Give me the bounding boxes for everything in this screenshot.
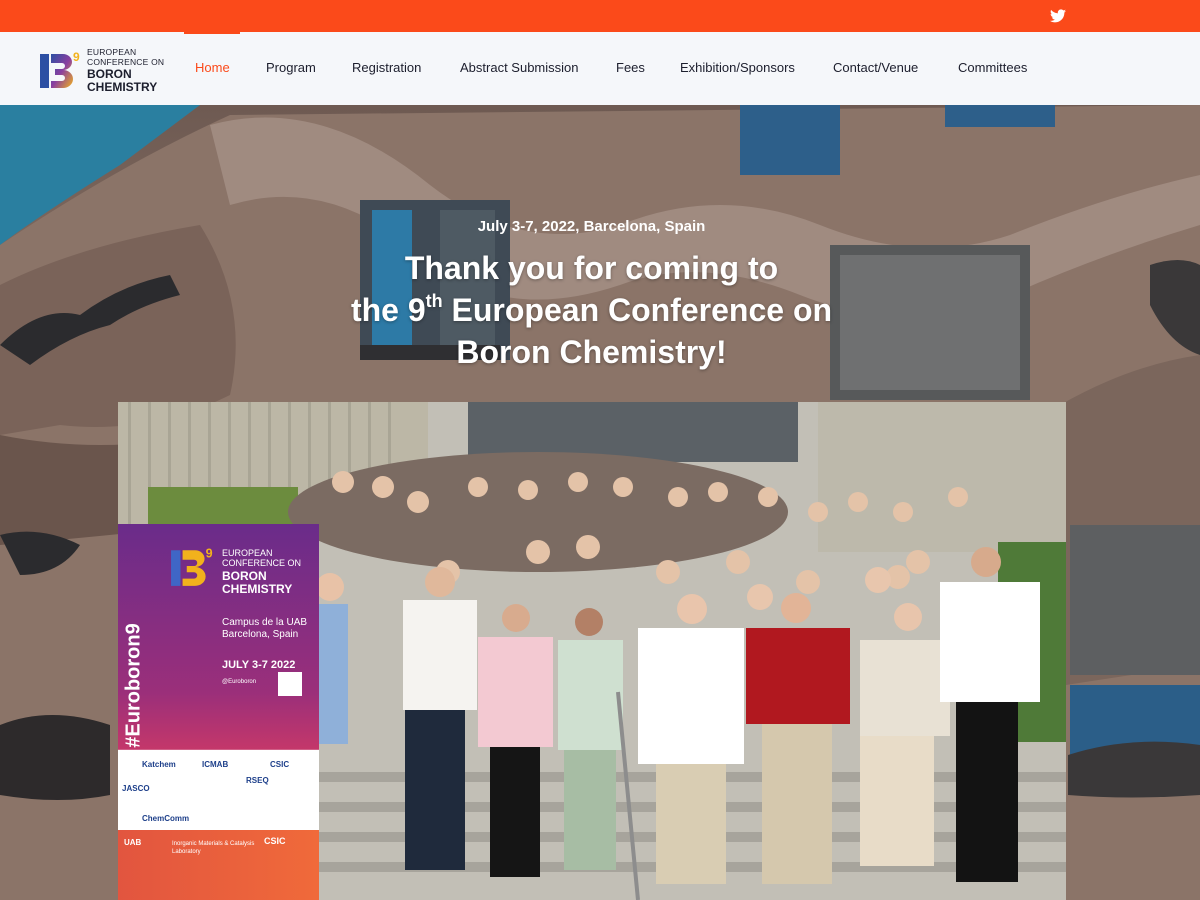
nav-item-contact-venue[interactable]: Contact/Venue xyxy=(833,60,918,75)
sponsor-logo: ChemComm xyxy=(142,814,190,823)
banner-logo-line-4: CHEMISTRY xyxy=(222,582,293,596)
banner-dates: JULY 3-7 2022 xyxy=(222,659,296,671)
banner-footer-lab: Inorganic Materials & Catalysis Laborato… xyxy=(172,840,254,856)
qr-code-icon xyxy=(278,672,302,696)
logo-line-4: CHEMISTRY xyxy=(87,80,158,94)
banner-footer-lab-line-2: Laboratory xyxy=(172,849,201,855)
main-navigation: 9 EUROPEAN CONFERENCE ON BORON CHEMISTRY… xyxy=(0,32,1200,105)
banner-footer-csic: CSIC xyxy=(264,836,286,846)
sponsor-logo: ICMAB xyxy=(202,760,229,769)
nav-item-abstract-submission[interactable]: Abstract Submission xyxy=(460,60,579,75)
banner-handle: @Euroboron xyxy=(222,679,257,685)
banner-campus-line-1: Campus de la UAB xyxy=(222,617,308,628)
active-indicator xyxy=(184,32,240,34)
banner-footer-uab: UAB xyxy=(124,838,142,847)
hero-section: July 3-7, 2022, Barcelona, Spain Thank y… xyxy=(0,105,1200,900)
svg-text:9: 9 xyxy=(206,547,213,561)
hero-title-superscript: th xyxy=(425,291,443,311)
nav-item-committees[interactable]: Committees xyxy=(958,60,1027,75)
banner-hashtag: #Euroboron9 xyxy=(122,623,145,748)
logo-line-3: BORON xyxy=(87,67,132,81)
sponsor-logo: RSEQ xyxy=(246,776,269,785)
logo-line-2: CONFERENCE ON xyxy=(87,56,165,67)
nav-item-registration[interactable]: Registration xyxy=(352,60,421,75)
site-logo[interactable]: 9 EUROPEAN CONFERENCE ON BORON CHEMISTRY xyxy=(38,46,168,94)
nav-item-fees[interactable]: Fees xyxy=(616,60,645,75)
banner-footer: UAB Inorganic Materials & Catalysis Labo… xyxy=(118,830,319,900)
banner-logo-line-2: CONFERENCE ON xyxy=(222,558,302,568)
sponsor-logo: Katchem xyxy=(142,760,176,769)
top-bar xyxy=(0,0,1200,32)
sponsor-logo: CSIC xyxy=(270,760,290,769)
nav-item-home[interactable]: Home xyxy=(195,60,230,75)
nav-item-program[interactable]: Program xyxy=(266,60,316,75)
b9-logo-icon: 9 xyxy=(40,50,80,88)
twitter-icon[interactable] xyxy=(1050,9,1066,23)
sponsor-logo: JASCO xyxy=(122,784,150,793)
hero-title-line-2-post: European Conference on xyxy=(442,292,833,328)
svg-text:9: 9 xyxy=(73,50,80,64)
logo-line-1: EUROPEAN xyxy=(87,47,137,57)
banner-logo-icon: 9 xyxy=(171,547,213,586)
banner-footer-lab-line-1: Inorganic Materials & Catalysis xyxy=(172,841,255,847)
hero-title-line-3: Boron Chemistry! xyxy=(456,334,727,370)
banner-logo-text-large: BORON CHEMISTRY xyxy=(222,570,292,596)
banner-logo-text-small: EUROPEAN CONFERENCE ON xyxy=(222,548,301,568)
banner-campus-line-2: Barcelona, Spain xyxy=(222,629,299,640)
banner-campus: Campus de la UAB Barcelona, Spain xyxy=(222,617,307,641)
hero-subtitle: July 3-7, 2022, Barcelona, Spain xyxy=(477,218,706,235)
conference-rollup-banner: #Euroboron9 9 EUROPEAN CONFERENCE ON BOR… xyxy=(118,524,319,900)
hero-title-line-2: the 9th European Conference on xyxy=(0,289,1183,331)
banner-logo-line-1: EUROPEAN xyxy=(222,548,273,558)
hero-title-line-1: Thank you for coming to xyxy=(404,250,779,286)
hero-title: Thank you for coming to the 9th European… xyxy=(0,247,1183,373)
hero-title-line-2-pre: the 9 xyxy=(350,292,426,328)
nav-item-exhibition-sponsors[interactable]: Exhibition/Sponsors xyxy=(680,60,795,75)
